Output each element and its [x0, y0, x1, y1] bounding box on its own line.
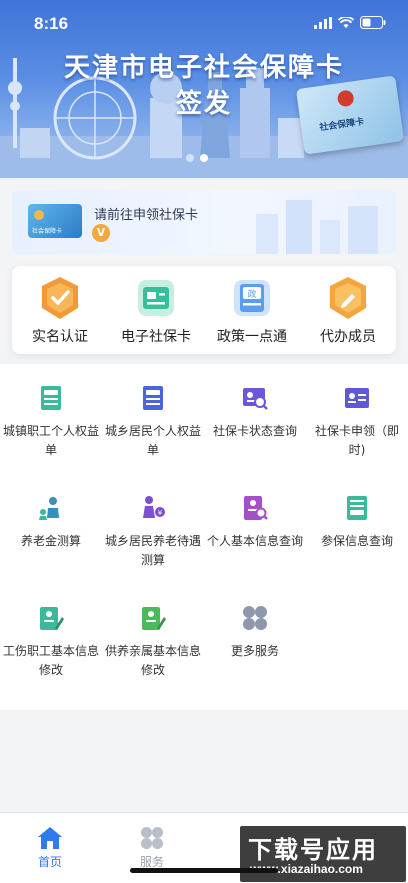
insurance-info-icon — [347, 496, 367, 520]
service-more[interactable]: 更多服务 — [204, 604, 306, 661]
carousel-dot-active[interactable] — [200, 154, 208, 162]
services-grid-icon — [141, 827, 163, 849]
quick-action-proxy-member[interactable]: 代办成员 — [300, 274, 396, 346]
carousel-dot[interactable] — [186, 154, 194, 162]
status-bar: 8:16 — [0, 0, 408, 46]
urban-rights-doc-icon — [41, 386, 61, 410]
site-watermark: 下载号应用 www.xiazaihao.com — [240, 826, 406, 882]
status-icons — [314, 16, 386, 29]
top-banner[interactable]: 8:16 天津市电子社会保障卡 签发 社会保障卡 — [0, 0, 408, 178]
home-icon — [38, 827, 62, 849]
quick-action-label: 电子社保卡 — [121, 329, 191, 345]
banner-title-line1: 天津市电子社会保障卡 — [63, 53, 344, 83]
battery-icon — [360, 16, 386, 29]
service-label: 城镇职工个人权益单 — [3, 424, 100, 457]
notice-building-decoration — [256, 200, 378, 254]
vip-badge-icon: V — [92, 224, 110, 242]
home-indicator[interactable] — [130, 868, 278, 873]
watermark-title: 下载号应用 — [248, 836, 378, 864]
service-rural-resident-rights[interactable]: 城乡居民个人权益单 — [102, 384, 204, 460]
card-apply-icon — [345, 388, 369, 408]
status-time: 8:16 — [34, 14, 69, 33]
policy-document-icon: 政 — [234, 280, 270, 316]
tab-label: 首页 — [37, 855, 62, 869]
social-card-thumbnail: 社会保障卡 — [28, 204, 82, 238]
quick-action-label: 政策一点通 — [217, 329, 287, 345]
cellular-signal-icon — [314, 16, 332, 29]
service-card-status-query[interactable]: 社保卡状态查询 — [204, 384, 306, 441]
proxy-member-icon — [330, 277, 366, 319]
service-label: 社保卡申领（即时) — [314, 424, 399, 457]
notice-text: 请前往申领社保卡 — [94, 208, 199, 223]
carousel-dots[interactable] — [186, 154, 208, 162]
injury-info-edit-icon — [40, 607, 64, 630]
service-label: 社保卡状态查询 — [212, 424, 297, 438]
dependent-info-edit-icon — [142, 607, 166, 630]
national-emblem-icon — [336, 89, 355, 108]
service-insurance-info-query[interactable]: 参保信息查询 — [306, 494, 408, 551]
quick-action-policy[interactable]: 政 政策一点通 — [204, 274, 300, 346]
quick-actions-panel: 实名认证 电子社保卡 政 政策一点通 代办成员 — [12, 266, 396, 354]
verified-shield-icon — [42, 277, 78, 319]
service-card-apply[interactable]: 社保卡申领（即时) — [306, 384, 408, 460]
tab-home[interactable]: 首页 — [20, 825, 80, 870]
service-label: 工伤职工基本信息修改 — [3, 644, 100, 677]
service-label: 城乡居民个人权益单 — [105, 424, 202, 457]
service-label: 供养亲属基本信息修改 — [105, 644, 202, 677]
service-label: 养老金测算 — [20, 534, 81, 548]
rural-rights-doc-icon — [143, 386, 163, 410]
card-image-text: 社会保障卡 — [318, 117, 365, 134]
svg-text:¥: ¥ — [158, 509, 163, 517]
notice-card-text: 社会保障卡 — [32, 228, 63, 235]
wifi-icon — [338, 16, 354, 28]
service-label: 更多服务 — [230, 644, 279, 658]
service-urban-worker-rights[interactable]: 城镇职工个人权益单 — [0, 384, 102, 460]
quick-action-real-name-auth[interactable]: 实名认证 — [12, 274, 108, 346]
personal-info-search-icon — [244, 496, 268, 520]
quick-action-label: 实名认证 — [32, 329, 88, 345]
service-personal-info-query[interactable]: 个人基本信息查询 — [204, 494, 306, 551]
service-resident-pension-calc[interactable]: ¥ 城乡居民养老待遇测算 — [102, 494, 204, 570]
quick-action-label: 代办成员 — [320, 329, 376, 345]
service-label: 城乡居民养老待遇测算 — [105, 534, 202, 567]
card-status-search-icon — [243, 388, 268, 410]
resident-pension-icon: ¥ — [143, 496, 165, 518]
service-dependent-info-edit[interactable]: 供养亲属基本信息修改 — [102, 604, 204, 680]
service-label: 个人基本信息查询 — [207, 534, 304, 548]
svg-text:政: 政 — [247, 288, 256, 300]
service-injury-worker-edit[interactable]: 工伤职工基本信息修改 — [0, 604, 102, 680]
service-pension-calc[interactable]: 养老金测算 — [0, 494, 102, 551]
quick-action-e-card[interactable]: 电子社保卡 — [108, 274, 204, 346]
more-services-icon — [243, 606, 267, 630]
tab-services[interactable]: 服务 — [122, 825, 182, 870]
apply-card-notice[interactable]: 社会保障卡 请前往申领社保卡 V — [12, 190, 396, 254]
services-grid: 城镇职工个人权益单 城乡居民个人权益单 社保卡状态查询 社保卡申领（即时) 养老… — [0, 364, 408, 710]
social-security-card-image: 社会保障卡 — [295, 75, 405, 155]
card-chip-icon — [34, 210, 44, 220]
pension-calc-icon — [39, 497, 59, 520]
service-label: 参保信息查询 — [320, 534, 393, 548]
e-card-icon — [138, 280, 174, 316]
